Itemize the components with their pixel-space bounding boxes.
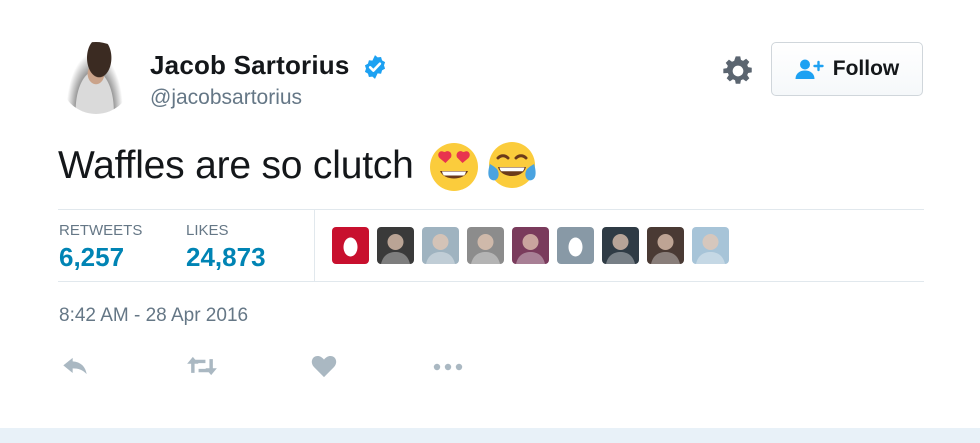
tweet-timestamp[interactable]: 8:42 AM - 28 Apr 2016 bbox=[59, 305, 248, 327]
retweets-label: RETWEETS bbox=[59, 222, 143, 239]
liker-avatar-4[interactable] bbox=[467, 227, 504, 264]
avatar-photo bbox=[64, 42, 128, 114]
user-photo-icon bbox=[516, 234, 545, 264]
add-user-icon bbox=[795, 59, 824, 79]
retweets-count[interactable]: 6,257 bbox=[59, 242, 124, 273]
tweet-text-content: Waffles are so clutch bbox=[58, 144, 414, 187]
liker-avatar-8[interactable] bbox=[647, 227, 684, 264]
liker-avatar-2[interactable] bbox=[377, 227, 414, 264]
user-photo-icon bbox=[606, 234, 635, 264]
verified-badge-icon bbox=[364, 55, 386, 79]
liker-avatar-7[interactable] bbox=[602, 227, 639, 264]
egg-icon bbox=[568, 237, 583, 257]
user-photo-icon bbox=[381, 234, 410, 264]
user-photo-icon bbox=[471, 234, 500, 264]
tweet-text: Waffles are so clutch bbox=[58, 140, 538, 192]
reply-icon[interactable] bbox=[61, 352, 89, 380]
stats-top-divider bbox=[58, 209, 924, 210]
bottom-strip bbox=[0, 428, 980, 443]
avatar[interactable] bbox=[60, 42, 132, 114]
liker-avatar-6[interactable] bbox=[557, 227, 594, 264]
heart-eyes-emoji-icon bbox=[429, 143, 478, 191]
liker-avatar-9[interactable] bbox=[692, 227, 729, 264]
user-photo-icon bbox=[696, 234, 725, 264]
liker-avatar-3[interactable] bbox=[422, 227, 459, 264]
likes-count[interactable]: 24,873 bbox=[186, 242, 266, 273]
retweet-icon[interactable] bbox=[186, 352, 218, 380]
user-photo-icon bbox=[651, 234, 680, 264]
user-photo-icon bbox=[426, 234, 455, 264]
likes-label: LIKES bbox=[186, 222, 229, 239]
display-name[interactable]: Jacob Sartorius bbox=[150, 50, 350, 81]
tears-of-joy-emoji-icon bbox=[487, 142, 536, 188]
more-icon[interactable] bbox=[432, 352, 464, 380]
liker-avatar-5[interactable] bbox=[512, 227, 549, 264]
stats-vertical-divider bbox=[314, 210, 315, 281]
egg-icon bbox=[343, 237, 358, 257]
follow-label: Follow bbox=[832, 57, 900, 80]
stats-bottom-divider bbox=[58, 281, 924, 282]
gear-icon[interactable] bbox=[722, 55, 754, 87]
liker-avatar-1[interactable] bbox=[332, 227, 369, 264]
liker-avatars bbox=[332, 227, 729, 264]
follow-button[interactable]: Follow bbox=[771, 42, 923, 96]
like-icon[interactable] bbox=[310, 352, 338, 380]
user-handle[interactable]: @jacobsartorius bbox=[150, 86, 302, 110]
